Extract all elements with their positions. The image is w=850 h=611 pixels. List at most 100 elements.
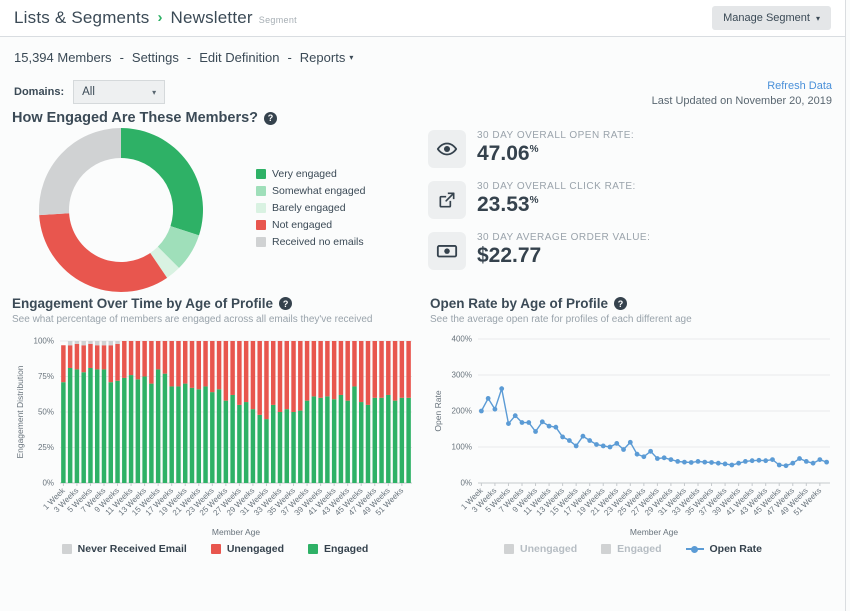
legend-label: Unengaged [520,543,577,555]
legend-item-received-no-emails[interactable]: Received no emails [256,236,365,248]
legend-label: Not engaged [272,219,332,231]
bar-segment-unengaged [257,341,261,415]
stat-number: 23.53 [477,193,530,216]
bar-segment-unengaged [197,341,201,389]
svg-text:100%: 100% [34,337,54,346]
x-axis-title: Member Age [212,527,260,537]
bar-segment-unengaged [169,341,173,386]
data-point [669,457,674,462]
edit-definition-link[interactable]: Edit Definition [199,50,279,65]
bar-segment-unengaged [386,341,390,395]
y-axis-title: Open Rate [433,390,443,431]
help-icon[interactable]: ? [614,297,627,310]
legend-swatch [62,544,72,554]
bar-segment-never-received-email [102,341,106,345]
bar-segment-unengaged [325,341,329,396]
bar-segment-engaged [75,369,79,483]
data-point [513,413,518,418]
stat-number: 47.06 [477,142,530,165]
bar-segment-engaged [278,412,282,483]
bar-segment-unengaged [278,341,282,412]
data-point [736,461,741,466]
domains-select[interactable]: All ▾ [73,80,165,104]
money-icon [428,232,466,270]
domains-label: Domains: [14,86,64,98]
data-point [784,463,789,468]
bar-segment-unengaged [312,341,316,396]
bar-segment-engaged [115,381,119,483]
data-point [506,421,511,426]
bar-segment-unengaged [176,341,180,386]
legend-label: Very engaged [272,168,337,180]
legend-item-open-rate[interactable]: Open Rate [686,543,763,555]
svg-text:0%: 0% [460,479,472,488]
legend-item-unengaged[interactable]: Unengaged [504,543,577,555]
legend-line-dot [691,546,698,553]
data-point [567,438,572,443]
data-point [601,444,606,449]
bar-segment-engaged [217,389,221,483]
stat-value: $22.77 [477,244,650,268]
stat-label: 30 DAY OVERALL CLICK RATE: [477,181,636,192]
breadcrumb-lists-segments[interactable]: Lists & Segments [14,8,149,28]
data-point [635,452,640,457]
data-point [675,459,680,464]
open-rate-line [481,389,826,466]
manage-segment-button[interactable]: Manage Segment ▾ [712,6,831,30]
bar-segment-unengaged [352,341,356,386]
bar-segment-engaged [393,401,397,483]
data-point [702,460,707,465]
bar-segment-engaged [122,378,126,483]
bar-segment-unengaged [203,341,207,386]
legend-swatch [504,544,514,554]
help-icon[interactable]: ? [264,112,277,125]
line-chart-title-text: Open Rate by Age of Profile [430,296,608,311]
data-point [608,445,613,450]
bar-segment-unengaged [339,341,343,395]
data-point [540,419,545,424]
settings-link[interactable]: Settings [132,50,179,65]
separator: - [120,50,124,65]
bar-segment-engaged [359,402,363,483]
bar-segment-engaged [400,398,404,483]
bar-segment-unengaged [237,341,241,405]
bar-segment-unengaged [102,345,106,369]
data-point [729,463,734,468]
engagement-section-title-text: How Engaged Are These Members? [12,110,258,126]
legend-item-somewhat-engaged[interactable]: Somewhat engaged [256,185,365,197]
bar-segment-unengaged [109,345,113,382]
refresh-data-link[interactable]: Refresh Data [652,80,832,92]
bar-segment-unengaged [115,344,119,381]
legend-item-unengaged[interactable]: Unengaged [211,543,284,555]
bar-segment-engaged [81,372,85,483]
legend-item-engaged[interactable]: Engaged [308,543,368,555]
legend-item-engaged[interactable]: Engaged [601,543,661,555]
bar-segment-engaged [190,388,194,483]
data-point [757,458,762,463]
data-point [743,459,748,464]
line-chart-legend: Unengaged Engaged Open Rate [430,543,836,555]
data-point [574,444,579,449]
domains-filter: Domains: All ▾ [14,80,165,104]
bar-segment-engaged [291,412,295,483]
data-point [750,458,755,463]
legend-swatch [256,237,266,247]
bar-segment-unengaged [359,341,363,402]
legend-item-not-engaged[interactable]: Not engaged [256,219,365,231]
bar-segment-engaged [237,405,241,483]
donut-slice-very-engaged [121,128,203,235]
data-point [594,442,599,447]
reports-link[interactable]: Reports [300,50,346,65]
legend-item-barely-engaged[interactable]: Barely engaged [256,202,365,214]
eye-icon [428,130,466,168]
help-icon[interactable]: ? [279,297,292,310]
segment-type-badge: Segment [259,15,297,25]
bar-segment-engaged [305,401,309,483]
bar-segment-engaged [169,386,173,483]
legend-swatch [256,169,266,179]
legend-item-never-received-email[interactable]: Never Received Email [62,543,187,555]
bar-segment-unengaged [136,341,140,379]
bar-segment-unengaged [264,341,268,419]
legend-item-very-engaged[interactable]: Very engaged [256,168,365,180]
svg-text:0%: 0% [42,479,54,488]
